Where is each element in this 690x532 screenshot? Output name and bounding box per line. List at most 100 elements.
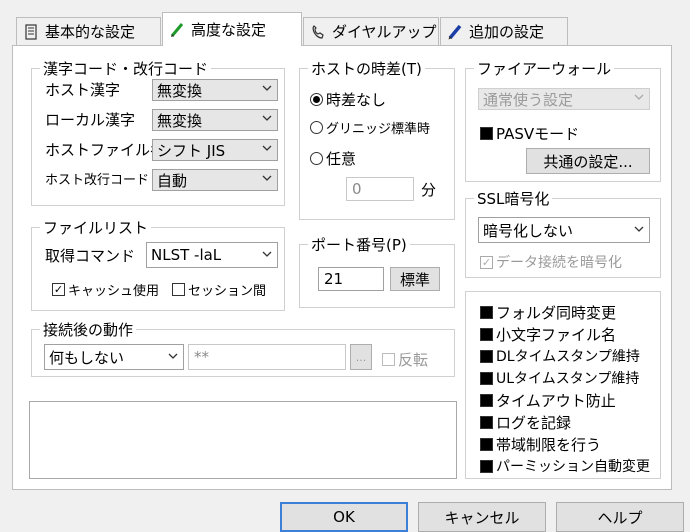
default-port-label: 標準 bbox=[399, 270, 430, 289]
chevron-down-icon bbox=[262, 175, 272, 181]
check-icon: ✓ bbox=[481, 255, 492, 269]
offset-minutes-input[interactable]: 0 bbox=[346, 177, 414, 201]
data-encrypt-checkbox[interactable]: ✓ データ接続を暗号化 bbox=[480, 252, 622, 272]
host-newline-value: 自動 bbox=[157, 171, 188, 190]
tab-additional[interactable]: 追加の設定 bbox=[440, 17, 568, 45]
radio-circle bbox=[310, 121, 323, 134]
ok-button[interactable]: OK bbox=[280, 502, 408, 532]
ssl-group: SSL暗号化 暗号化しない ✓ データ接続を暗号化 bbox=[465, 188, 661, 278]
host-newline-select[interactable]: 自動 bbox=[152, 169, 278, 191]
pasv-checkbox[interactable]: PASVモード bbox=[480, 123, 579, 144]
host-kanji-select[interactable]: 無変換 bbox=[152, 79, 278, 101]
common-settings-button[interactable]: 共通の設定... bbox=[526, 148, 650, 174]
pencil-icon bbox=[447, 24, 463, 40]
checkbox-box bbox=[480, 459, 493, 473]
chevron-down-icon bbox=[634, 94, 644, 100]
list-command-select[interactable]: NLST -laL bbox=[146, 242, 278, 268]
radio-circle bbox=[310, 93, 323, 106]
radio-gmt-label: グリニッジ標準時 bbox=[326, 122, 431, 137]
kanji-group: 漢字コード・改行コード ホスト漢字 無変換 ローカル漢字 無変換 ホストファイル… bbox=[31, 58, 285, 206]
radio-no-offset-label: 時差なし bbox=[326, 91, 387, 109]
option-label: ULタイムスタンプ維持 bbox=[496, 371, 640, 387]
browse-button[interactable]: ... bbox=[350, 344, 372, 370]
tab-dialup[interactable]: ダイヤルアップ bbox=[303, 17, 439, 45]
command-label: 取得コマンド bbox=[45, 247, 136, 265]
tab-additional-label: 追加の設定 bbox=[469, 23, 545, 41]
option-label: 小文字ファイル名 bbox=[496, 326, 617, 344]
host-kanji-label: ホスト漢字 bbox=[45, 81, 121, 99]
checkbox-box bbox=[480, 394, 493, 407]
checkbox-box bbox=[480, 349, 493, 363]
filelist-group: ファイルリスト 取得コマンド NLST -laL ✓ キャッシュ使用 セッション… bbox=[31, 217, 285, 311]
after-connect-group: 接続後の動作 何もしない ** ... 反転 bbox=[31, 319, 455, 377]
filelist-group-title: ファイルリスト bbox=[40, 217, 152, 238]
cancel-label: キャンセル bbox=[444, 509, 520, 527]
firewall-mode-select[interactable]: 通常使う設定 bbox=[478, 88, 650, 110]
radio-no-offset[interactable]: 時差なし bbox=[310, 89, 386, 110]
chevron-down-icon bbox=[262, 115, 272, 121]
radio-custom-label: 任意 bbox=[326, 150, 357, 168]
firewall-mode-value: 通常使う設定 bbox=[483, 90, 574, 109]
radio-gmt[interactable]: グリニッジ標準時 bbox=[310, 118, 430, 137]
ok-label: OK bbox=[333, 508, 355, 526]
option-label: タイムアウト防止 bbox=[496, 392, 616, 410]
checkbox-box bbox=[480, 328, 493, 341]
common-settings-label: 共通の設定... bbox=[543, 152, 633, 171]
checkbox-box bbox=[480, 306, 493, 319]
port-input[interactable]: 21 bbox=[318, 267, 384, 291]
chevron-down-icon bbox=[168, 353, 178, 359]
after-connect-action-value: 何もしない bbox=[49, 348, 125, 367]
after-connect-action-select[interactable]: 何もしない bbox=[44, 344, 184, 370]
firewall-group-title: ファイアーウォール bbox=[474, 58, 615, 79]
host-filename-select[interactable]: シフト JIS bbox=[152, 139, 278, 161]
option-lowercase[interactable]: 小文字ファイル名 bbox=[480, 324, 616, 345]
checkbox-box bbox=[480, 371, 493, 385]
cancel-button[interactable]: キャンセル bbox=[418, 502, 546, 532]
session-label: セッション間 bbox=[188, 284, 267, 299]
after-connect-target-input[interactable]: ** bbox=[188, 344, 346, 370]
help-button[interactable]: ヘルプ bbox=[556, 502, 684, 532]
invert-checkbox[interactable]: 反転 bbox=[382, 349, 428, 370]
option-bandwidth-limit[interactable]: 帯域制限を行う bbox=[480, 434, 601, 455]
option-label: 帯域制限を行う bbox=[496, 436, 602, 454]
pen-icon bbox=[169, 22, 185, 38]
tab-basic[interactable]: 基本的な設定 bbox=[16, 17, 161, 45]
checkbox-box bbox=[382, 353, 395, 366]
chevron-down-icon bbox=[262, 85, 272, 91]
checkbox-box: ✓ bbox=[480, 255, 493, 269]
help-label: ヘルプ bbox=[597, 509, 643, 527]
invert-label: 反転 bbox=[398, 351, 429, 369]
cache-checkbox[interactable]: ✓ キャッシュ使用 bbox=[52, 280, 159, 299]
radio-custom[interactable]: 任意 bbox=[310, 148, 356, 169]
host-kanji-value: 無変換 bbox=[157, 81, 203, 100]
options-group: フォルダ同時変更 小文字ファイル名 DLタイムスタンプ維持 ULタイムスタンプ維… bbox=[465, 291, 661, 479]
tab-basic-label: 基本的な設定 bbox=[45, 23, 136, 41]
offset-unit-label: 分 bbox=[421, 181, 437, 199]
cache-label: キャッシュ使用 bbox=[68, 284, 160, 299]
checkbox-box bbox=[172, 283, 185, 296]
offset-minutes-value: 0 bbox=[352, 180, 362, 198]
tab-advanced[interactable]: 高度な設定 bbox=[162, 12, 302, 46]
option-timeout-prevent[interactable]: タイムアウト防止 bbox=[480, 390, 616, 411]
radio-circle bbox=[310, 152, 323, 165]
local-kanji-select[interactable]: 無変換 bbox=[152, 109, 278, 131]
checkbox-box bbox=[480, 416, 493, 429]
ssl-mode-select[interactable]: 暗号化しない bbox=[478, 217, 650, 243]
checkbox-box: ✓ bbox=[52, 283, 65, 296]
pasv-label: PASVモード bbox=[496, 125, 580, 143]
local-kanji-value: 無変換 bbox=[157, 111, 203, 130]
port-group: ポート番号(P) 21 標準 bbox=[299, 234, 455, 308]
option-label: DLタイムスタンプ維持 bbox=[496, 349, 640, 365]
session-checkbox[interactable]: セッション間 bbox=[172, 280, 266, 299]
option-ul-timestamp[interactable]: ULタイムスタンプ維持 bbox=[480, 368, 639, 388]
option-log[interactable]: ログを記録 bbox=[480, 412, 571, 433]
option-permission-auto[interactable]: パーミッション自動変更 bbox=[480, 456, 650, 476]
option-label: パーミッション自動変更 bbox=[496, 459, 650, 475]
option-folder-sync[interactable]: フォルダ同時変更 bbox=[480, 302, 616, 323]
option-dl-timestamp[interactable]: DLタイムスタンプ維持 bbox=[480, 346, 640, 366]
checkbox-box bbox=[480, 127, 493, 140]
port-group-title: ポート番号(P) bbox=[308, 234, 410, 255]
description-box bbox=[29, 401, 457, 479]
default-port-button[interactable]: 標準 bbox=[390, 267, 440, 291]
checkbox-box bbox=[480, 438, 493, 451]
